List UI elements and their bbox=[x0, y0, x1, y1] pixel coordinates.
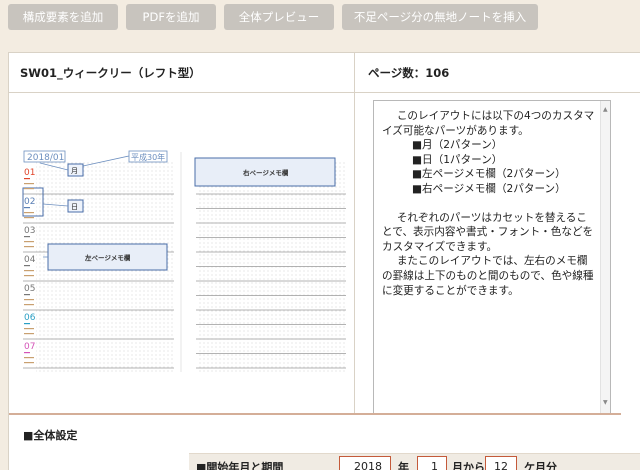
add-component-button[interactable]: 構成要素を追加 bbox=[8, 4, 118, 30]
preview-day-subline bbox=[24, 178, 30, 180]
preview-day-subline bbox=[24, 328, 34, 330]
description-para: またこのレイアウトでは、左右のメモ欄の罫線は上下のものと間のもので、色や線種に変… bbox=[382, 255, 594, 297]
preview-day-subline bbox=[24, 323, 30, 325]
section-title: ■全体設定 bbox=[23, 429, 78, 442]
preview-day-subline bbox=[24, 270, 34, 272]
description-cell: このレイアウトには以下の4つのカスタマイズ可能なパーツがあります。 ■月（2パタ… bbox=[355, 93, 640, 414]
preview-day-subline bbox=[24, 246, 34, 248]
year-unit: 年 bbox=[398, 461, 409, 470]
add-pdf-button[interactable]: PDFを追加 bbox=[126, 4, 216, 30]
start-month-input[interactable]: 1 bbox=[417, 456, 447, 470]
preview-day-subline bbox=[24, 236, 30, 238]
preview-svg: 2018/01 平成30年 月 日 左ページメモ欄 右ページメモ欄 010203… bbox=[22, 150, 346, 372]
preview-year-month: 2018/01 bbox=[27, 153, 64, 163]
preview-day-label: 日 bbox=[71, 203, 78, 211]
description-intro: このレイアウトには以下の4つのカスタマイズ可能なパーツがあります。 bbox=[382, 110, 595, 137]
toolbar: 構成要素を追加 PDFを追加 全体プレビュー 不足ページ分の無地ノートを挿入 bbox=[0, 0, 640, 36]
preview-day-subline bbox=[24, 294, 30, 296]
description-scrollbar[interactable]: ▲ ▼ bbox=[600, 101, 610, 413]
preview-day-subline bbox=[24, 212, 34, 214]
preview-day-subline bbox=[24, 241, 34, 243]
preview-right-memo: 右ページメモ欄 bbox=[242, 168, 289, 177]
description-item: ■月（2パターン） bbox=[412, 139, 503, 152]
preview-day-number: 06 bbox=[24, 313, 36, 323]
description-item: ■日（1パターン） bbox=[412, 153, 503, 166]
preview-day-number: 04 bbox=[24, 255, 36, 265]
preview-day-subline bbox=[24, 183, 34, 185]
preview-day-subline bbox=[24, 333, 34, 335]
page-count: ページ数：106 bbox=[355, 53, 640, 93]
preview-day-subline bbox=[24, 362, 34, 364]
preview-day-subline bbox=[24, 352, 30, 354]
preview-day-subline bbox=[24, 265, 30, 267]
preview-left-memo: 左ページメモ欄 bbox=[84, 253, 131, 262]
preview-day-subline bbox=[24, 357, 34, 359]
description-para: それぞれのパーツはカセットを替えることで、表示内容や書式・フォント・色などをカス… bbox=[382, 211, 594, 253]
start-period-row: ■開始年月と期間 2018 年 1 月から 12 ケ月分 bbox=[189, 453, 640, 470]
section-divider bbox=[9, 413, 621, 415]
description-item: ■右ページメモ欄（2パターン） bbox=[412, 182, 566, 195]
description-box[interactable]: このレイアウトには以下の4つのカスタマイズ可能なパーツがあります。 ■月（2パタ… bbox=[373, 100, 611, 414]
template-panel: SW01_ウィークリー（レフト型） ページ数：106 2018/01 平成30年… bbox=[8, 52, 640, 470]
start-year-input[interactable]: 2018 bbox=[339, 456, 391, 470]
preview-day-number: 07 bbox=[24, 342, 35, 352]
insert-blank-notes-button[interactable]: 不足ページ分の無地ノートを挿入 bbox=[342, 4, 538, 30]
preview-day-number: 01 bbox=[24, 168, 35, 178]
layout-preview[interactable]: 2018/01 平成30年 月 日 左ページメモ欄 右ページメモ欄 01 02 … bbox=[15, 138, 349, 372]
months-unit: ケ月分 bbox=[524, 461, 557, 470]
preview-day-number: 05 bbox=[24, 284, 35, 294]
month-unit: 月から bbox=[452, 461, 485, 470]
preview-month-label: 月 bbox=[71, 167, 78, 175]
preview-era: 平成30年 bbox=[131, 152, 165, 162]
preview-day-subline bbox=[24, 217, 34, 219]
description-item: ■左ページメモ欄（2パターン） bbox=[412, 168, 566, 181]
preview-day-number: 02 bbox=[24, 197, 35, 207]
preview-day-number: 03 bbox=[24, 226, 35, 236]
preview-day-subline bbox=[24, 207, 30, 209]
scroll-down-icon[interactable]: ▼ bbox=[603, 396, 608, 411]
preview-day-subline bbox=[24, 299, 34, 301]
template-name: SW01_ウィークリー（レフト型） bbox=[9, 53, 355, 93]
preview-day-subline bbox=[24, 304, 34, 306]
start-period-label: ■開始年月と期間 bbox=[196, 461, 284, 470]
full-preview-button[interactable]: 全体プレビュー bbox=[224, 4, 334, 30]
scroll-up-icon[interactable]: ▲ bbox=[603, 103, 608, 118]
preview-day-subline bbox=[24, 275, 34, 277]
preview-day-subline bbox=[24, 188, 34, 190]
months-count-input[interactable]: 12 bbox=[485, 456, 517, 470]
preview-cell: 2018/01 平成30年 月 日 左ページメモ欄 右ページメモ欄 01 02 … bbox=[9, 93, 355, 413]
